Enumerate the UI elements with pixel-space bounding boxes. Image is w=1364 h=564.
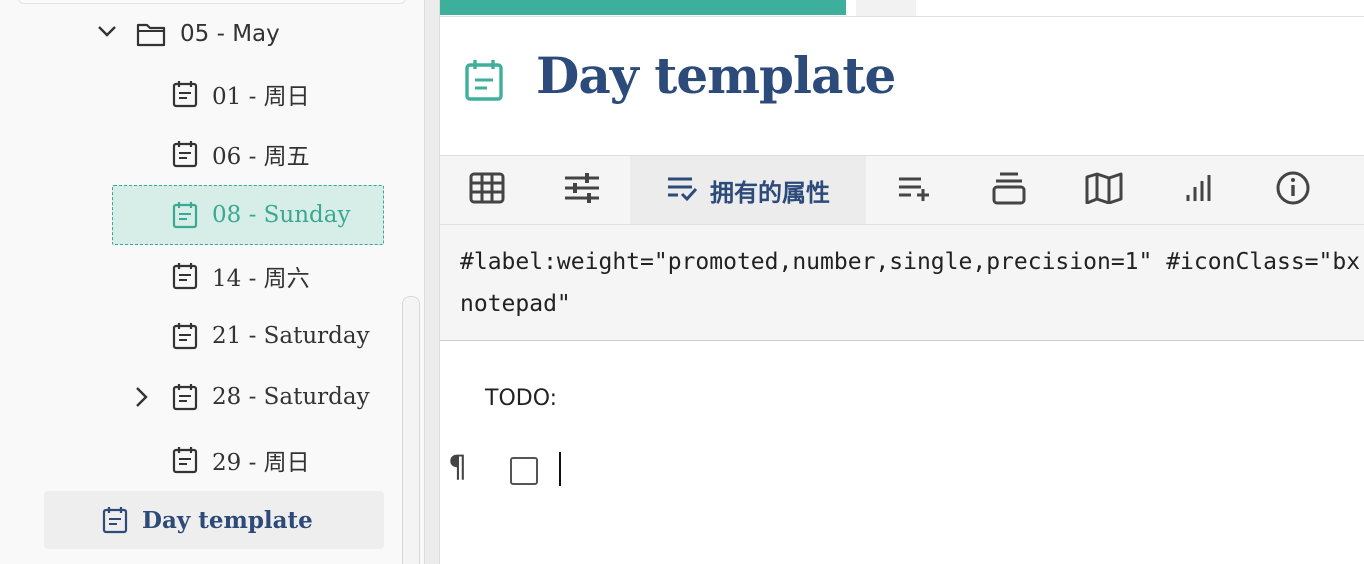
chevron-right-icon[interactable]: [130, 385, 152, 409]
tree-item-label: 28 - Saturday: [212, 384, 370, 410]
bar-chart-icon: [1184, 173, 1214, 207]
note-icon: [172, 80, 198, 108]
tree-item-label: Day template: [142, 506, 313, 534]
tree-item-label: 29 - 周日: [212, 450, 310, 476]
info-icon: [1276, 171, 1310, 209]
tree-item-21[interactable]: 21 - Saturday: [172, 316, 370, 356]
map-icon: [1085, 172, 1123, 208]
tree-item-label: 01 - 周日: [212, 84, 310, 110]
tree-item-label: 08 - Sunday: [212, 202, 351, 228]
tree-item-label: 06 - 周五: [212, 144, 310, 170]
add-list-icon: [897, 174, 931, 206]
tree-item-label: 21 - Saturday: [212, 323, 370, 349]
tab-inactive[interactable]: [856, 0, 916, 16]
tab-owned-attributes[interactable]: 拥有的属性: [630, 156, 866, 224]
tab-note-paths[interactable]: [962, 156, 1056, 224]
tree-item-08-active[interactable]: 08 - Sunday: [112, 185, 384, 245]
paragraph-mark-icon[interactable]: ¶: [448, 450, 467, 485]
note-icon: [172, 446, 198, 474]
tree-item-label: 14 - 周六: [212, 266, 310, 292]
panel-splitter[interactable]: [424, 0, 440, 564]
stack-icon: [992, 171, 1026, 209]
table-icon: [469, 172, 505, 208]
owned-attributes-icon: [666, 174, 698, 206]
tab-table[interactable]: [440, 156, 534, 224]
tab-options[interactable]: [534, 156, 630, 224]
tree-item-06[interactable]: 06 - 周五: [172, 134, 310, 174]
tree-item-14[interactable]: 14 - 周六: [172, 256, 310, 296]
page-title[interactable]: Day template: [536, 46, 896, 105]
tab-note-map[interactable]: [1056, 156, 1152, 224]
tab-owned-attributes-label: 拥有的属性: [710, 178, 830, 207]
note-icon: [172, 262, 198, 290]
note-tree: 05 - May 01 - 周日 06 - 周五 08 - Sunday 14 …: [0, 0, 424, 564]
tree-item-28[interactable]: 28 - Saturday: [130, 377, 370, 417]
tree-folder-label: 05 - May: [180, 21, 280, 47]
note-detail: Day template 拥有的属性 #label:weight="promot…: [440, 0, 1364, 564]
note-icon: [172, 201, 198, 229]
tree-scrollbar[interactable]: [402, 296, 420, 564]
tree-item-day-template[interactable]: Day template: [44, 491, 384, 549]
note-icon: [172, 140, 198, 168]
todo-checkbox[interactable]: [510, 457, 538, 485]
folder-icon: [136, 21, 166, 47]
tab-note-info[interactable]: [1246, 156, 1340, 224]
tab-similar-notes[interactable]: [1152, 156, 1246, 224]
tab-inherited-attributes[interactable]: [866, 156, 962, 224]
note-icon: [172, 322, 198, 350]
tab-strip: [440, 0, 1364, 17]
note-icon: [102, 506, 128, 534]
ribbon-toolbar: 拥有的属性: [440, 155, 1364, 225]
sliders-icon: [563, 173, 601, 207]
tab-active[interactable]: [440, 0, 846, 15]
tree-folder-may[interactable]: 05 - May: [96, 14, 280, 54]
attributes-editor[interactable]: #label:weight="promoted,number,single,pr…: [440, 225, 1364, 341]
tree-top-strip: [18, 0, 406, 4]
note-icon: [172, 383, 198, 411]
todo-heading[interactable]: TODO:: [485, 386, 557, 411]
calendar-note-icon[interactable]: [464, 58, 504, 106]
chevron-down-icon[interactable]: [96, 20, 118, 42]
tree-item-29[interactable]: 29 - 周日: [172, 440, 310, 480]
text-caret: [559, 452, 561, 486]
tree-item-01[interactable]: 01 - 周日: [172, 74, 310, 114]
